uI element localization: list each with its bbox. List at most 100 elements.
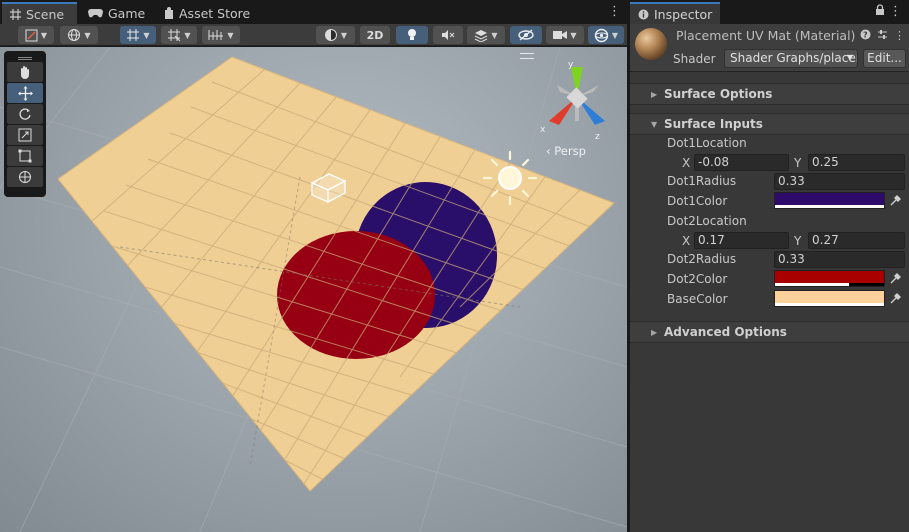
eye-slash-icon [518, 29, 534, 41]
tab-asset-store[interactable]: Asset Store [156, 2, 258, 24]
scene-viewport[interactable]: y x z ‹ Persp [0, 47, 627, 532]
dot1-y-label: Y [794, 156, 802, 170]
tool-palette-grip[interactable] [7, 54, 43, 62]
dot1-alpha-bar [775, 205, 884, 208]
rotate-tool[interactable] [7, 104, 43, 124]
projection-label[interactable]: ‹ Persp [546, 144, 586, 158]
camera-icon [553, 31, 568, 39]
dot2-radius-field[interactable]: 0.33 [774, 251, 905, 268]
dot2-alpha-remainder [849, 283, 884, 286]
dot1-x-field[interactable]: -0.08 [694, 154, 789, 171]
dot2-radius-label: Dot2Radius [667, 252, 737, 266]
camera-dropdown[interactable]: ▼ [546, 26, 584, 44]
base-color-fill [775, 291, 884, 303]
dot1-radius-label: Dot1Radius [667, 174, 737, 188]
scale-tool[interactable] [7, 125, 43, 145]
dot1-radius-field[interactable]: 0.33 [774, 173, 905, 190]
dot1-color-label: Dot1Color [667, 194, 728, 208]
inspector-menu-icon[interactable]: ⋮ [889, 4, 902, 19]
dot2-location-label: Dot2Location [667, 214, 747, 228]
svg-text:?: ? [863, 31, 868, 40]
material-title: Placement UV Mat (Material) [676, 28, 856, 43]
dot1-eyedropper-icon[interactable] [888, 193, 902, 208]
snap-settings[interactable]: ▼ [202, 26, 240, 44]
dot2-alpha-bar [775, 283, 850, 286]
lighting-toggle[interactable] [396, 26, 428, 44]
gizmos-dropdown[interactable]: ▼ [588, 26, 624, 44]
edit-shader-button[interactable]: Edit... [863, 49, 906, 68]
grid-snapping-toggle[interactable]: ▼ [120, 26, 156, 44]
dot2-color-swatch[interactable] [774, 270, 885, 287]
transform-icon [19, 171, 31, 183]
info-icon [638, 9, 649, 19]
shading-dropdown[interactable]: ▼ [316, 26, 355, 44]
transform-tool[interactable] [7, 167, 43, 187]
shader-dropdown[interactable]: Shader Graphs/placement ▼ [724, 49, 858, 68]
material-header: Placement UV Mat (Material) ? ⋮ Shader S… [630, 24, 909, 72]
shader-dropdown-value: Shader Graphs/placement [730, 51, 857, 65]
gizmo-options-icon[interactable] [520, 53, 534, 59]
header-icons: ? ⋮ [860, 29, 905, 42]
base-color-label: BaseColor [667, 292, 728, 306]
dot2-color-fill [775, 271, 884, 283]
effects-dropdown[interactable]: ▼ [467, 26, 505, 44]
dot2-x-label: X [682, 234, 691, 248]
draw-mode-dropdown[interactable]: ▼ [18, 26, 54, 44]
base-alpha-bar [775, 303, 884, 306]
tab-asset-store-label: Asset Store [179, 5, 251, 21]
effects-layers-icon [475, 29, 488, 42]
shading-sphere-icon [324, 29, 337, 41]
move-arrows-icon [17, 85, 33, 101]
svg-text:y: y [568, 60, 574, 70]
gizmo-sphere-icon [594, 28, 609, 42]
inspector-panel: Inspector ⋮ Placement UV Mat (Material) … [630, 0, 909, 532]
svg-text:z: z [595, 132, 600, 142]
dot1-color-swatch[interactable] [774, 192, 885, 209]
scale-icon [18, 128, 32, 142]
inspector-empty-area [630, 344, 909, 532]
lock-icon[interactable] [875, 4, 885, 19]
preset-sliders-icon[interactable] [877, 29, 888, 40]
section-surface-inputs-label: Surface Inputs [664, 117, 763, 131]
tab-game[interactable]: Game [80, 2, 153, 24]
material-preview-sphere [635, 28, 667, 60]
component-menu-icon[interactable]: ⋮ [894, 29, 905, 42]
dot2-color-label: Dot2Color [667, 272, 728, 286]
dot1-y-field[interactable]: 0.25 [808, 154, 905, 171]
tab-game-label: Game [108, 5, 146, 21]
dot2-x-field[interactable]: 0.17 [694, 232, 789, 249]
globe-icon [68, 29, 81, 41]
increment-snap-icon [168, 29, 181, 42]
hand-tool[interactable] [7, 62, 43, 82]
section-surface-options[interactable]: ▶ Surface Options [630, 83, 909, 105]
move-tool[interactable] [7, 83, 43, 103]
hidden-objects-toggle[interactable] [510, 26, 542, 44]
rect-tool[interactable] [7, 146, 43, 166]
scene-tabbar: Scene Game Asset Store ⋮ [0, 0, 627, 24]
shader-label: Shader [673, 52, 716, 66]
base-color-swatch[interactable] [774, 290, 885, 307]
chevron-right-icon: ▶ [651, 327, 658, 337]
dot2-y-field[interactable]: 0.27 [808, 232, 905, 249]
scene-panel: Scene Game Asset Store ⋮ ▼ ▼ ▼ ▼ ▼ ▼ 2D … [0, 0, 627, 532]
section-advanced-options[interactable]: ▶ Advanced Options [630, 321, 909, 343]
chevron-right-icon: ▶ [651, 89, 658, 99]
scene-tab-menu-icon[interactable]: ⋮ [608, 4, 621, 19]
audio-toggle[interactable] [433, 26, 463, 44]
tab-scene[interactable]: Scene [2, 2, 77, 24]
dot2-eyedropper-icon[interactable] [888, 271, 902, 286]
render-mode-dropdown[interactable]: ▼ [60, 26, 98, 44]
hand-icon [21, 66, 29, 79]
tab-scene-label: Scene [26, 6, 65, 22]
section-surface-inputs[interactable]: ▼ Surface Inputs [630, 113, 909, 135]
mute-audio-icon [442, 30, 455, 40]
hash-grid-icon [10, 8, 21, 20]
increment-snapping-toggle[interactable]: ▼ [161, 26, 197, 44]
orientation-gizmo[interactable]: y x z [537, 59, 617, 147]
section-advanced-options-label: Advanced Options [664, 325, 787, 339]
base-eyedropper-icon[interactable] [888, 291, 902, 306]
dot1-location-label: Dot1Location [667, 136, 747, 150]
help-icon[interactable]: ? [860, 29, 871, 40]
tab-inspector[interactable]: Inspector [630, 2, 721, 24]
2d-toggle[interactable]: 2D [360, 26, 390, 44]
